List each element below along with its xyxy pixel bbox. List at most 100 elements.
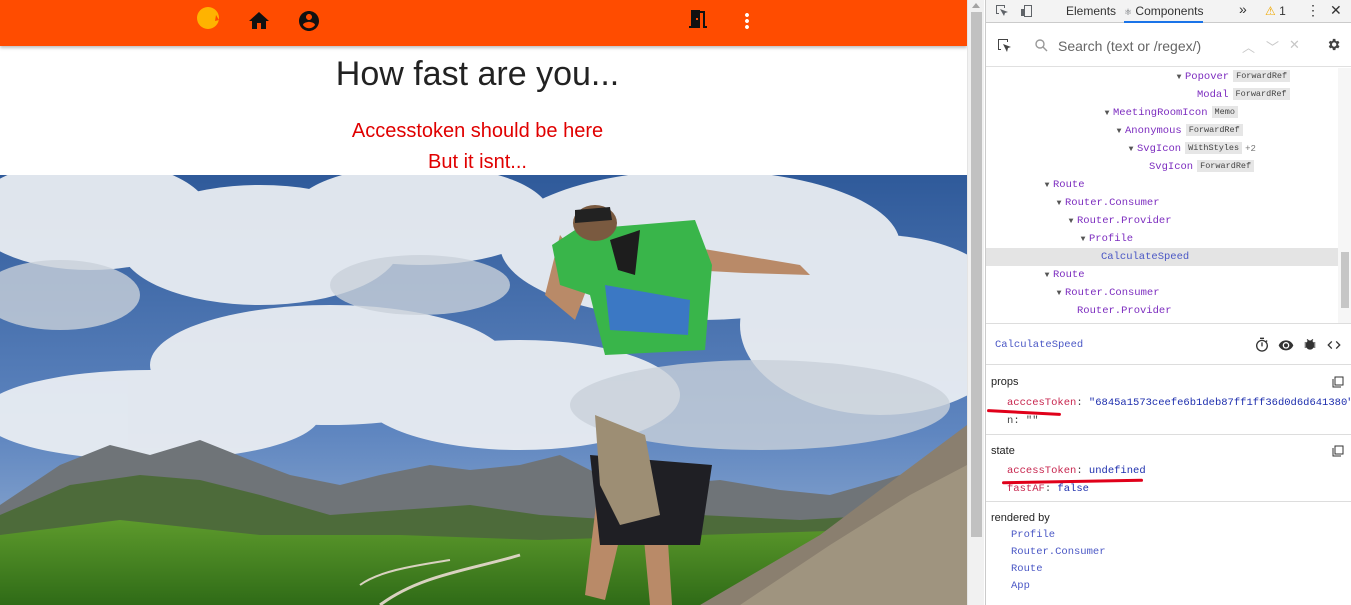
tab-components-label: Components xyxy=(1135,4,1204,18)
settings-gear-icon[interactable] xyxy=(1326,37,1341,57)
tree-node-name: Router.Consumer xyxy=(1065,287,1160,299)
tree-row[interactable]: Router.Provider xyxy=(986,302,1338,320)
tree-row[interactable]: ▼ SvgIcon WithStyles +2 xyxy=(986,140,1338,158)
component-tree: ▼ Popover ForwardRef Modal ForwardRef ▼ Meetin… xyxy=(986,68,1338,323)
warnings-count: 1 xyxy=(1279,4,1286,18)
tree-node-name: SvgIcon xyxy=(1137,143,1182,155)
debug-bug-icon[interactable] xyxy=(1302,337,1318,353)
copy-props-icon[interactable] xyxy=(1332,375,1344,393)
expand-toggle-icon[interactable]: ▼ xyxy=(1053,285,1065,303)
tree-row[interactable]: ▼ Router.Provider xyxy=(986,212,1338,230)
tree-node-name: Router.Consumer xyxy=(1065,197,1160,209)
more-tabs-button[interactable]: » xyxy=(1239,1,1247,17)
prop-value[interactable]: "6845a1573ceefe6b1deb87ff1ff36d0d6d64138… xyxy=(1089,397,1351,409)
prop-value[interactable]: "" xyxy=(1026,415,1039,427)
app-viewport: How fast are you... Accesstoken should b… xyxy=(0,0,967,605)
hoc-badge: ForwardRef xyxy=(1233,70,1291,82)
devtools-tabbar: Elements ⚛ Components » ⚠ 1 ⋮ ✕ xyxy=(986,0,1351,23)
prop-row[interactable]: acccesToken: "6845a1573ceefe6b1deb87ff1f… xyxy=(1007,397,1351,409)
tree-row[interactable]: ▼ Router.Consumer xyxy=(986,194,1338,212)
logo-icon[interactable] xyxy=(197,6,221,30)
tree-node-name: Profile xyxy=(1089,233,1134,245)
state-title: state xyxy=(991,445,1015,457)
device-toolbar-icon[interactable] xyxy=(1020,4,1034,21)
selected-component-name: CalculateSpeed xyxy=(995,339,1084,351)
component-tree-scrollbar-thumb[interactable] xyxy=(1341,252,1349,308)
tree-row[interactable]: ▼ MeetingRoomIcon Memo xyxy=(986,104,1338,122)
prop-row[interactable]: n: "" xyxy=(1007,415,1039,427)
prop-key: acccesToken xyxy=(1007,397,1077,409)
inspect-dom-eye-icon[interactable] xyxy=(1278,337,1294,353)
tree-row[interactable]: ▼ Router.Consumer xyxy=(986,284,1338,302)
account-circle-icon[interactable] xyxy=(297,9,321,33)
search-input[interactable]: Search (text or /regex/) xyxy=(1058,38,1201,54)
tree-node-name: Popover xyxy=(1185,71,1230,83)
expand-toggle-icon[interactable]: ▼ xyxy=(1041,267,1053,285)
state-value[interactable]: false xyxy=(1057,483,1089,495)
exit-door-icon[interactable] xyxy=(686,7,710,31)
page-scrollbar[interactable] xyxy=(967,0,984,605)
hoc-badge: ForwardRef xyxy=(1197,160,1255,172)
inspect-element-icon[interactable] xyxy=(995,4,1009,21)
tree-row[interactable]: ▼ Route xyxy=(986,176,1338,194)
tree-node-name: Anonymous xyxy=(1125,125,1182,137)
state-row[interactable]: fastAF: false xyxy=(1007,483,1089,495)
expand-toggle-icon[interactable]: ▼ xyxy=(1065,213,1077,231)
hoc-badge: Memo xyxy=(1211,106,1238,118)
copy-state-icon[interactable] xyxy=(1332,444,1344,462)
expand-toggle-icon[interactable]: ▼ xyxy=(1125,141,1137,159)
tree-node-name: Route xyxy=(1053,179,1085,191)
expand-toggle-icon[interactable]: ▼ xyxy=(1101,105,1113,123)
search-prev-icon[interactable]: ︿ xyxy=(1242,37,1255,56)
scroll-up-arrow-icon[interactable] xyxy=(972,3,980,8)
tree-row[interactable]: SvgIcon ForwardRef xyxy=(986,158,1338,176)
state-key: accessToken xyxy=(1007,465,1077,477)
page-heading: How fast are you... xyxy=(335,55,620,93)
hoc-badge: ForwardRef xyxy=(1232,88,1290,100)
tree-node-name: MeetingRoomIcon xyxy=(1113,107,1208,119)
tree-row[interactable]: CalculateSpeed xyxy=(986,248,1338,266)
tab-elements[interactable]: Elements xyxy=(1066,4,1116,18)
page-scrollbar-thumb[interactable] xyxy=(971,12,982,537)
state-row[interactable]: accessToken: undefined xyxy=(1007,465,1146,477)
search-next-icon[interactable]: ﹀ xyxy=(1266,37,1279,56)
hero-image-runner xyxy=(0,175,967,605)
expand-toggle-icon[interactable]: ▼ xyxy=(1041,177,1053,195)
tree-node-name: Router.Provider xyxy=(1077,215,1172,227)
tree-node-name: Route xyxy=(1053,269,1085,281)
expand-toggle-icon[interactable]: ▼ xyxy=(1053,195,1065,213)
component-tree-scrollbar[interactable] xyxy=(1338,68,1351,323)
select-component-picker-icon[interactable] xyxy=(997,38,1012,58)
devtools-menu-icon[interactable]: ⋮ xyxy=(1306,2,1320,19)
rendered-by-item[interactable]: Router.Consumer xyxy=(1011,546,1106,558)
search-clear-icon[interactable]: ✕ xyxy=(1289,37,1300,53)
tab-components[interactable]: ⚛ Components xyxy=(1124,0,1204,23)
tree-row[interactable]: ▼ Profile xyxy=(986,230,1338,248)
rendered-by-item[interactable]: Route xyxy=(1011,563,1043,575)
tree-row[interactable]: Modal ForwardRef xyxy=(986,86,1338,104)
tree-node-name: SvgIcon xyxy=(1149,161,1194,173)
state-section: state accessToken: undefined fastAF: fal… xyxy=(986,435,1351,502)
warnings-counter[interactable]: ⚠ 1 xyxy=(1265,4,1286,18)
tree-row[interactable]: ▼ Popover ForwardRef xyxy=(986,68,1338,86)
hoc-extra-count: +2 xyxy=(1245,144,1256,154)
rendered-by-item[interactable]: App xyxy=(1011,580,1030,592)
tree-node-name: CalculateSpeed xyxy=(1101,251,1190,263)
expand-toggle-icon[interactable]: ▼ xyxy=(1077,231,1089,249)
hoc-badge: ForwardRef xyxy=(1185,124,1243,136)
hoc-badge: WithStyles xyxy=(1185,142,1243,154)
more-vert-icon[interactable] xyxy=(735,9,759,33)
expand-toggle-icon[interactable]: ▼ xyxy=(1113,123,1125,141)
state-value[interactable]: undefined xyxy=(1089,465,1146,477)
suspend-timer-icon[interactable] xyxy=(1254,337,1270,353)
rendered-by-section: rendered by Profile Router.Consumer Rout… xyxy=(986,502,1351,605)
expand-toggle-icon[interactable]: ▼ xyxy=(1173,69,1185,87)
tree-node-name: Router.Provider xyxy=(1077,305,1172,317)
tree-row[interactable]: ▼ Route xyxy=(986,266,1338,284)
home-icon[interactable] xyxy=(247,9,271,33)
view-source-icon[interactable] xyxy=(1326,337,1342,353)
tree-row[interactable]: ▼ Anonymous ForwardRef xyxy=(986,122,1338,140)
props-title: props xyxy=(991,376,1019,388)
close-devtools-icon[interactable]: ✕ xyxy=(1330,2,1342,19)
rendered-by-item[interactable]: Profile xyxy=(1011,529,1055,541)
